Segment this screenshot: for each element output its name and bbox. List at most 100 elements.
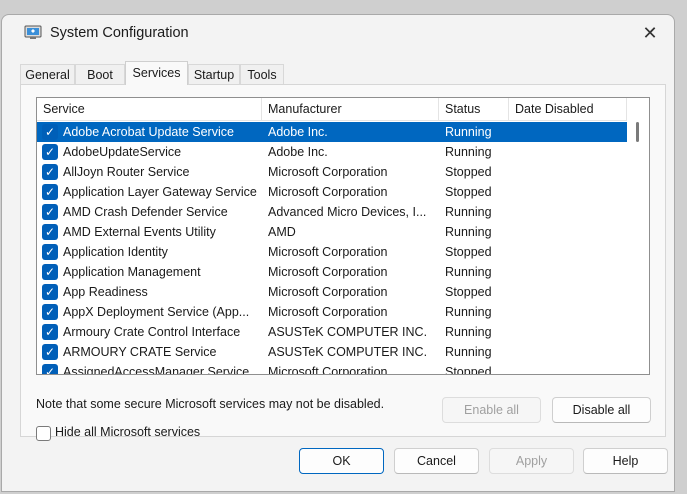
service-status: Running [445,145,492,159]
service-name: Application Management [63,265,201,279]
service-row[interactable]: ✓ AppX Deployment Service (App... Microsof… [37,302,627,322]
service-name: ARMOURY CRATE Service [63,345,217,359]
service-date-disabled [515,242,625,262]
service-status: Running [445,305,492,319]
service-date-disabled [515,282,625,302]
secure-services-note: Note that some secure Microsoft services… [36,397,385,411]
list-header: Service Manufacturer Status Date Disable… [37,98,627,121]
service-status: Running [445,325,492,339]
service-date-disabled [515,222,625,242]
service-name: Application Layer Gateway Service [63,185,257,199]
service-manufacturer: Adobe Inc. [268,145,328,159]
service-name: Application Identity [63,245,168,259]
service-manufacturer: Advanced Micro Devices, I... [268,205,427,219]
service-checkbox[interactable]: ✓ [42,304,58,320]
service-checkbox[interactable]: ✓ [42,324,58,340]
service-date-disabled [515,122,625,142]
service-row[interactable]: ✓ Application Identity Microsoft Corporati… [37,242,627,262]
hide-microsoft-services-label[interactable]: Hide all Microsoft services [55,425,200,439]
window-title: System Configuration [50,25,189,41]
service-manufacturer: Microsoft Corporation [268,165,388,179]
tab-startup[interactable]: Startup [188,64,240,84]
service-row[interactable]: ✓ ARMOURY CRATE Service ASUSTeK COMPUTER I… [37,342,627,362]
service-checkbox[interactable]: ✓ [42,124,58,140]
ok-button[interactable]: OK [299,448,384,474]
service-date-disabled [515,202,625,222]
service-date-disabled [515,302,625,322]
column-header-manufacturer[interactable]: Manufacturer [262,98,439,120]
service-manufacturer: Microsoft Corporation [268,305,388,319]
service-checkbox[interactable]: ✓ [42,224,58,240]
service-checkbox[interactable]: ✓ [42,204,58,220]
column-header-service[interactable]: Service [37,98,262,120]
tab-services[interactable]: Services [125,61,188,85]
service-manufacturer: Microsoft Corporation [268,365,388,375]
service-status: Stopped [445,185,492,199]
service-date-disabled [515,162,625,182]
service-checkbox[interactable]: ✓ [42,264,58,280]
service-row[interactable]: ✓ AllJoyn Router Service Microsoft Corpora… [37,162,627,182]
service-name: AdobeUpdateService [63,145,182,159]
service-row[interactable]: ✓ Adobe Acrobat Update Service Adobe Inc. R… [37,122,627,142]
service-status: Stopped [445,285,492,299]
service-row[interactable]: ✓ AMD External Events Utility AMD Running [37,222,627,242]
service-name: App Readiness [63,285,148,299]
disable-all-button[interactable]: Disable all [552,397,651,423]
service-status: Running [445,125,492,139]
service-row[interactable]: ✓ App Readiness Microsoft Corporation Stopp… [37,282,627,302]
service-date-disabled [515,182,625,202]
service-status: Running [445,225,492,239]
service-manufacturer: Microsoft Corporation [268,265,388,279]
service-manufacturer: Microsoft Corporation [268,245,388,259]
service-name: AppX Deployment Service (App... [63,305,250,319]
service-checkbox[interactable]: ✓ [42,364,58,374]
service-row[interactable]: ✓ Armoury Crate Control Interface ASUSTeK … [37,322,627,342]
close-icon[interactable]: ✕ [636,20,664,46]
service-status: Running [445,205,492,219]
service-checkbox[interactable]: ✓ [42,144,58,160]
services-list[interactable]: Service Manufacturer Status Date Disable… [36,97,650,375]
service-date-disabled [515,362,625,374]
cancel-button[interactable]: Cancel [394,448,479,474]
title-bar: System Configuration ✕ [2,15,674,51]
enable-all-button[interactable]: Enable all [442,397,541,423]
tab-general[interactable]: General [20,64,75,84]
service-name: AMD Crash Defender Service [63,205,228,219]
service-checkbox[interactable]: ✓ [42,284,58,300]
service-manufacturer: AMD [268,225,296,239]
column-header-date-disabled[interactable]: Date Disabled [509,98,627,120]
tab-boot[interactable]: Boot [75,64,125,84]
help-button[interactable]: Help [583,448,668,474]
service-row[interactable]: ✓ Application Management Microsoft Corpora… [37,262,627,282]
scrollbar-thumb[interactable] [636,122,639,142]
service-status: Stopped [445,165,492,179]
system-configuration-window: System Configuration ✕ General Boot Serv… [1,14,675,492]
service-name: AllJoyn Router Service [63,165,190,179]
service-checkbox[interactable]: ✓ [42,164,58,180]
service-date-disabled [515,262,625,282]
service-manufacturer: Microsoft Corporation [268,185,388,199]
service-name: AssignedAccessManager Service [63,365,250,375]
service-name: Armoury Crate Control Interface [63,325,241,339]
column-header-status[interactable]: Status [439,98,509,120]
services-panel: Service Manufacturer Status Date Disable… [20,84,666,441]
service-date-disabled [515,142,625,162]
service-row[interactable]: ✓ AMD Crash Defender Service Advanced Micr… [37,202,627,222]
service-date-disabled [515,322,625,342]
tab-tools[interactable]: Tools [240,64,284,84]
service-manufacturer: Microsoft Corporation [268,285,388,299]
system-config-icon [24,25,42,39]
apply-button[interactable]: Apply [489,448,574,474]
hide-microsoft-services-checkbox[interactable] [36,426,51,441]
vertical-scrollbar[interactable] [627,98,649,374]
service-status: Running [445,265,492,279]
service-manufacturer: Adobe Inc. [268,125,328,139]
service-status: Stopped [445,365,492,375]
service-row[interactable]: ✓ Application Layer Gateway Service Micros… [37,182,627,202]
service-checkbox[interactable]: ✓ [42,184,58,200]
service-row[interactable]: ✓ AssignedAccessManager Service Microsoft … [37,362,627,375]
service-checkbox[interactable]: ✓ [42,344,58,360]
service-row[interactable]: ✓ AdobeUpdateService Adobe Inc. Running [37,142,627,162]
service-checkbox[interactable]: ✓ [42,244,58,260]
service-date-disabled [515,342,625,362]
